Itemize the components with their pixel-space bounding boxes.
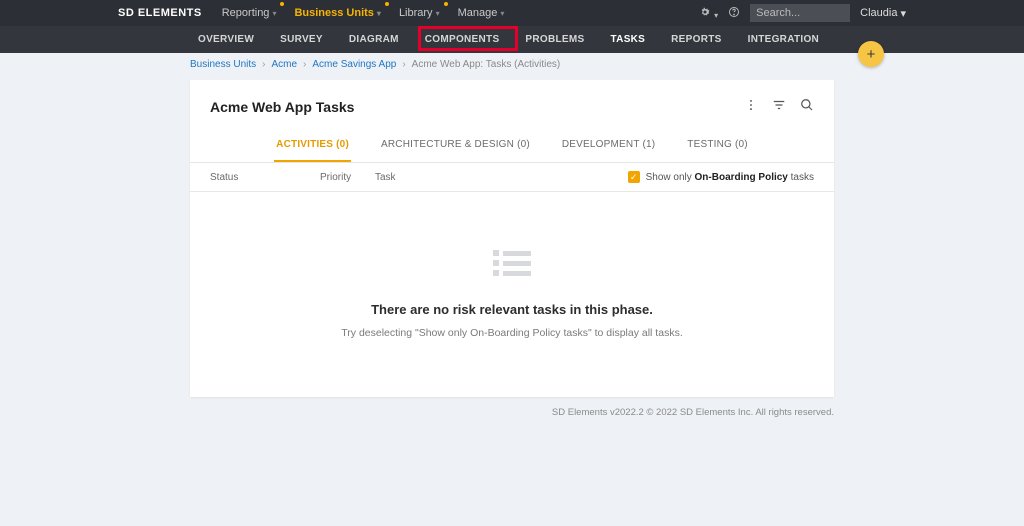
breadcrumb-acme-savings[interactable]: Acme Savings App (312, 59, 396, 70)
nav-business-units[interactable]: Business Units ▾ (288, 3, 386, 23)
chevron-down-icon: ▾ (436, 9, 440, 18)
notification-dot-icon (385, 2, 389, 6)
nav-reporting-label: Reporting (222, 7, 270, 19)
breadcrumb-business-units[interactable]: Business Units (190, 59, 256, 70)
plus-icon: + (867, 46, 876, 63)
empty-list-icon (493, 250, 531, 280)
add-button[interactable]: + (858, 41, 884, 67)
user-name: Claudia (860, 7, 897, 19)
notification-dot-icon (280, 2, 284, 6)
tab-overview[interactable]: OVERVIEW (188, 28, 264, 51)
tab-problems[interactable]: PROBLEMS (515, 28, 594, 51)
tab-diagram[interactable]: DIAGRAM (339, 28, 409, 51)
gear-icon[interactable]: ▾ (699, 6, 718, 21)
onboarding-filter-label: Show only On-Boarding Policy tasks (646, 172, 814, 183)
footer-copyright: SD Elements v2022.2 © 2022 SD Elements I… (0, 397, 1024, 418)
phase-tab-development[interactable]: DEVELOPMENT (1) (560, 129, 657, 162)
phase-tab-activities[interactable]: ACTIVITIES (0) (274, 129, 351, 162)
chevron-down-icon: ▾ (900, 7, 906, 20)
user-menu[interactable]: Claudia ▾ (860, 7, 906, 20)
nav-library[interactable]: Library ▾ (393, 3, 446, 23)
page-title: Acme Web App Tasks (210, 99, 354, 115)
search-icon[interactable] (800, 98, 814, 115)
chevron-down-icon: ▾ (272, 9, 276, 18)
nav-reporting[interactable]: Reporting ▾ (216, 3, 283, 23)
nav-manage-label: Manage (458, 7, 498, 19)
onboarding-filter-checkbox[interactable]: ✓ (628, 171, 640, 183)
search-input[interactable] (750, 4, 850, 22)
column-status: Status (210, 172, 320, 183)
nav-manage[interactable]: Manage ▾ (452, 3, 511, 23)
highlight-annotation (418, 26, 518, 51)
column-task: Task (375, 172, 455, 183)
empty-title: There are no risk relevant tasks in this… (190, 302, 834, 317)
breadcrumb-current: Acme Web App: Tasks (Activities) (412, 59, 561, 70)
tab-tasks[interactable]: TASKS (601, 28, 656, 51)
tab-reports[interactable]: REPORTS (661, 28, 731, 51)
column-priority: Priority (320, 172, 375, 183)
help-icon[interactable] (728, 6, 740, 21)
brand-logo[interactable]: SD ELEMENTS (8, 7, 216, 19)
chevron-right-icon: › (402, 59, 405, 70)
breadcrumb-acme[interactable]: Acme (271, 59, 297, 70)
phase-tab-testing[interactable]: TESTING (0) (685, 129, 750, 162)
tab-integration[interactable]: INTEGRATION (738, 28, 829, 51)
chevron-right-icon: › (262, 59, 265, 70)
chevron-down-icon: ▾ (500, 9, 504, 18)
phase-tab-architecture[interactable]: ARCHITECTURE & DESIGN (0) (379, 129, 532, 162)
chevron-right-icon: › (303, 59, 306, 70)
empty-hint: Try deselecting "Show only On-Boarding P… (190, 327, 834, 339)
tab-survey[interactable]: SURVEY (270, 28, 333, 51)
nav-business-units-label: Business Units (294, 7, 373, 19)
notification-dot-icon (444, 2, 448, 6)
chevron-down-icon: ▾ (377, 9, 381, 18)
nav-library-label: Library (399, 7, 433, 19)
more-icon[interactable] (744, 98, 758, 115)
filter-icon[interactable] (772, 98, 786, 115)
